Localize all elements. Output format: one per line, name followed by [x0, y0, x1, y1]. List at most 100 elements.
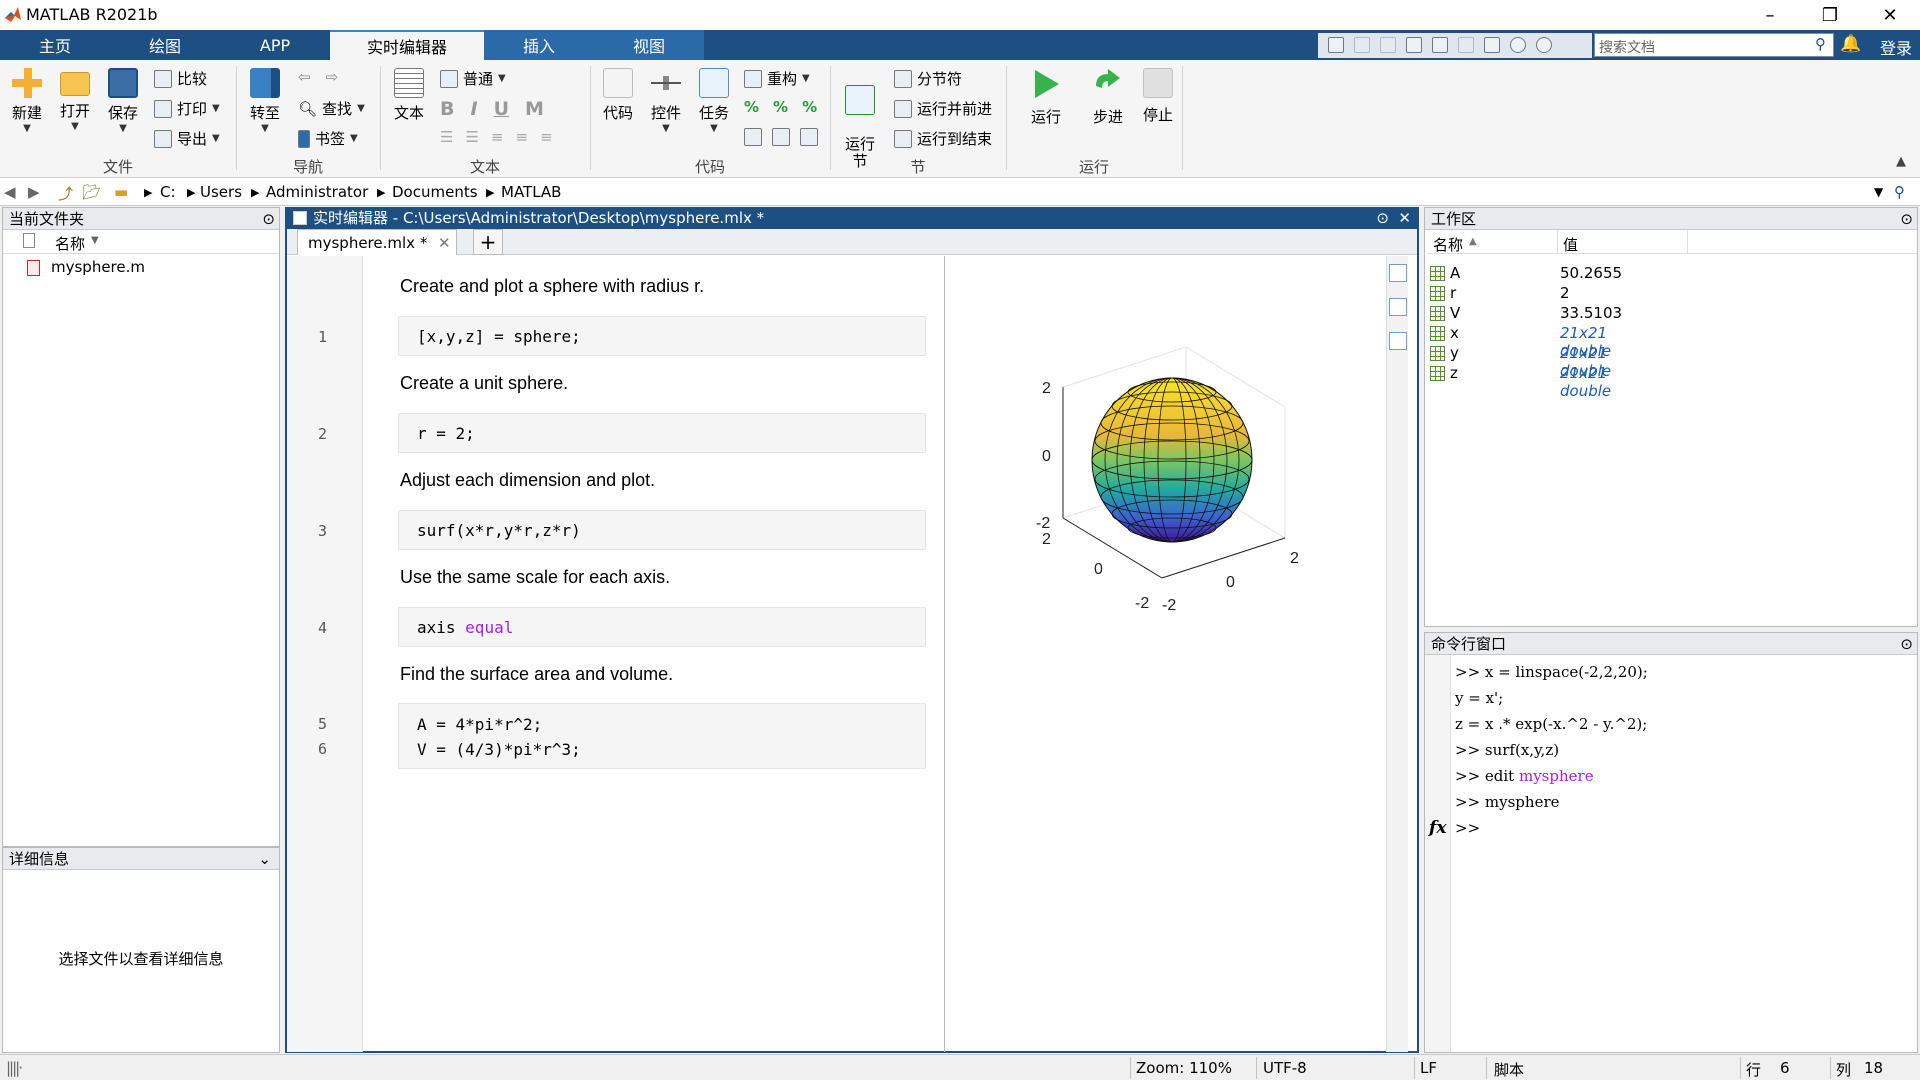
cut-icon[interactable] [1354, 37, 1370, 53]
breadcrumb-matlab[interactable]: MATLAB [501, 183, 561, 201]
code-button[interactable]: 代码 [596, 68, 640, 123]
sphere-plot-figure[interactable]: 2 0 -2 2 0 -2 -2 0 2 [1020, 330, 1320, 620]
zoom-level[interactable]: Zoom: 110% [1136, 1059, 1232, 1077]
path-dropdown-icon[interactable]: ▼ [1874, 185, 1883, 199]
back-icon[interactable]: ◀ [4, 183, 16, 201]
run-button[interactable]: 运行 [1024, 68, 1068, 127]
search-folder-icon[interactable]: ⚲ [1894, 183, 1905, 201]
numbered-list-icon[interactable]: ☰ [465, 128, 478, 146]
line-ending[interactable]: LF [1420, 1059, 1437, 1077]
save-icon[interactable] [1328, 37, 1344, 53]
output-right-icon[interactable] [1389, 264, 1407, 282]
forward-icon[interactable]: ▶ [28, 183, 40, 201]
command-prompt[interactable]: >> [1455, 819, 1480, 837]
up-folder-icon[interactable]: ⤴ [58, 183, 73, 204]
bold-button[interactable]: B [440, 98, 454, 120]
tab-live-editor[interactable]: 实时编辑器 [330, 30, 484, 60]
stop-button[interactable]: 停止 [1136, 68, 1180, 125]
section-break-button[interactable]: 分节符 [894, 68, 962, 89]
switch-windows-icon[interactable] [1484, 37, 1500, 53]
text-cell[interactable]: Find the surface area and volume. [400, 664, 673, 685]
wrap-comment-icon[interactable]: % [802, 98, 817, 116]
refactor-dropdown[interactable]: 重构 ▼ [744, 68, 810, 89]
output-inline-icon[interactable] [1389, 298, 1407, 316]
close-editor-icon[interactable]: ✕ [1398, 207, 1411, 229]
breadcrumb-users[interactable]: Users [200, 183, 242, 201]
run-section-button[interactable]: 运行 节 [838, 68, 882, 170]
goto-button[interactable]: 转至 ▼ [244, 68, 286, 134]
comment-icon[interactable]: % [744, 98, 759, 116]
panel-menu-icon[interactable]: ⊙ [262, 208, 275, 230]
breadcrumb-drive[interactable]: C: [160, 183, 176, 201]
bookmark-button[interactable]: 书签 ▼ [298, 128, 358, 149]
code-cell[interactable]: surf(x*r,y*r,z*r) [398, 510, 926, 550]
export-button[interactable]: 导出 ▼ [154, 128, 220, 149]
tab-plots[interactable]: 绘图 [110, 30, 220, 60]
code-cell[interactable]: A = 4*pi*r^2; V = (4/3)*pi*r^3; [398, 703, 926, 769]
redo-icon[interactable] [1458, 37, 1474, 53]
tab-view[interactable]: 视图 [594, 30, 704, 60]
tab-mysphere[interactable]: mysphere.mlx * ✕ [297, 229, 457, 255]
step-button[interactable]: 步进 [1086, 68, 1130, 127]
task-button[interactable]: 任务 ▼ [692, 68, 736, 134]
compare-button[interactable]: 比较 [154, 68, 207, 89]
new-button[interactable]: 新建 ▼ [6, 68, 48, 134]
panel-menu-icon[interactable]: ⊙ [1900, 208, 1913, 230]
search-docs-field[interactable]: 搜索文档 ⚲ [1594, 33, 1834, 57]
align-left-icon[interactable]: ≡ [491, 128, 504, 146]
align-center-icon[interactable]: ≡ [515, 128, 528, 146]
open-button[interactable]: 打开 ▼ [54, 68, 96, 132]
uncomment-icon[interactable]: % [773, 98, 788, 116]
indent-icon[interactable] [772, 128, 790, 146]
customize-toolbar-icon[interactable] [1536, 37, 1552, 53]
column-name[interactable]: 名称 [55, 233, 85, 254]
editor-menu-icon[interactable]: ⊙ [1376, 207, 1389, 229]
close-window-button[interactable]: ✕ [1860, 0, 1920, 30]
code-cell[interactable]: axis equal [398, 607, 926, 647]
run-to-end-button[interactable]: 运行到结束 [894, 128, 992, 149]
breadcrumb-documents[interactable]: Documents [392, 183, 478, 201]
outdent-icon[interactable] [800, 128, 818, 146]
align-right-icon[interactable]: ≡ [540, 128, 553, 146]
column-value[interactable]: 值 [1563, 234, 1578, 255]
breadcrumb-administrator[interactable]: Administrator [266, 183, 368, 201]
code-cell[interactable]: [x,y,z] = sphere; [398, 316, 926, 356]
restore-button[interactable]: ❐ [1800, 0, 1860, 30]
search-icon[interactable]: ⚲ [1815, 35, 1826, 53]
code-cell[interactable]: r = 2; [398, 413, 926, 453]
paste-icon[interactable] [1406, 37, 1422, 53]
chevron-down-icon[interactable]: ⌄ [258, 848, 271, 870]
back-arrow-icon[interactable]: ⇦ [298, 68, 311, 86]
collapse-toolstrip-icon[interactable]: ▲ [1896, 154, 1906, 169]
panel-menu-icon[interactable]: ⊙ [1900, 633, 1913, 655]
encoding[interactable]: UTF-8 [1263, 1059, 1307, 1077]
underline-button[interactable]: U [494, 98, 509, 120]
text-cell[interactable]: Create and plot a sphere with radius r. [400, 276, 704, 297]
text-cell[interactable]: Adjust each dimension and plot. [400, 470, 655, 491]
login-link[interactable]: 登录 [1880, 35, 1912, 59]
text-cell[interactable]: Use the same scale for each axis. [400, 567, 670, 588]
find-button[interactable]: 🔍︎ 查找 ▼ [298, 98, 365, 119]
forward-arrow-icon[interactable]: ⇨ [326, 68, 339, 86]
minimize-button[interactable]: – [1740, 0, 1800, 30]
hide-code-icon[interactable] [1389, 332, 1407, 350]
tab-insert[interactable]: 插入 [484, 30, 594, 60]
monospace-button[interactable]: M [525, 98, 544, 120]
copy-icon[interactable] [1380, 37, 1396, 53]
print-button[interactable]: 打印 ▼ [154, 98, 220, 119]
tab-apps[interactable]: APP [220, 30, 330, 60]
style-dropdown[interactable]: 普通 ▼ [440, 68, 506, 89]
run-advance-button[interactable]: 运行并前进 [894, 98, 992, 119]
italic-button[interactable]: I [470, 98, 477, 120]
text-button[interactable]: 文本 [388, 68, 430, 123]
back-forward-nav[interactable]: ⇦ ⇨ [298, 68, 338, 86]
new-tab-button[interactable]: + [473, 229, 503, 255]
notification-bell-icon[interactable]: 🔔 [1840, 34, 1861, 54]
control-button[interactable]: 控件 ▼ [644, 68, 688, 134]
text-cell[interactable]: Create a unit sphere. [400, 373, 568, 394]
details-title[interactable]: 详细信息 ⌄ [3, 848, 279, 870]
function-browser-icon[interactable]: fx [1429, 818, 1446, 838]
tab-home[interactable]: 主页 [0, 30, 110, 60]
smart-indent-icon[interactable] [744, 128, 762, 146]
browse-folder-icon[interactable]: 📂︎ [82, 183, 101, 201]
